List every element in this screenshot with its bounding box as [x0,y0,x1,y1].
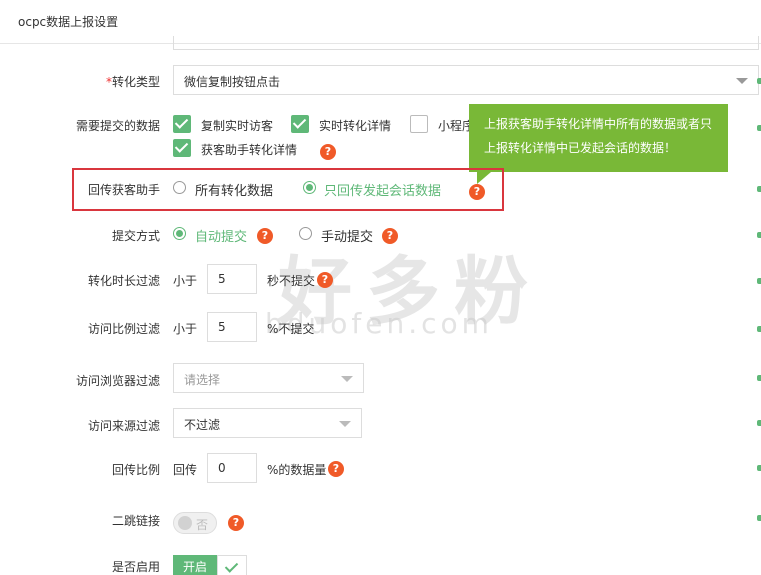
help-tooltip: 上报获客助手转化详情中所有的数据或者只上报转化详情中已发起会话的数据！ [469,104,728,184]
edge-marker [757,232,761,238]
source-filter-value: 不过滤 [184,418,221,432]
checkbox-realtime-conversion-label: 实时转化详情 [319,119,392,133]
checkbox-acquisition-helper[interactable] [173,139,191,157]
callback-helper-label: 回传获客助手 [87,183,160,197]
edge-marker [757,278,761,284]
second-jump-label: 二跳链接 [111,514,160,528]
enable-button[interactable]: 开启 [173,555,217,575]
conversion-type-select[interactable]: 微信复制按钮点击 [173,65,759,95]
duration-filter-suffix: 秒不提交 [267,274,316,288]
top-input-remnant[interactable] [173,36,759,50]
duration-input[interactable]: 5 [207,264,257,294]
checkbox-mini-program[interactable] [410,115,428,133]
checkbox-acquisition-helper-label: 获客助手转化详情 [201,143,298,157]
visit-ratio-filter-label: 访问比例过滤 [87,322,160,336]
source-filter-select[interactable]: 不过滤 [173,408,362,438]
browser-filter-placeholder: 请选择 [184,373,221,387]
checkbox-realtime-conversion[interactable] [291,115,309,133]
toggle-state-text: 否 [196,518,209,532]
visit-ratio-value: 5 [218,320,226,334]
submit-method-label: 提交方式 [111,229,160,243]
help-icon[interactable]: ? [328,461,344,477]
radio-auto-submit-label: 自动提交 [195,230,248,245]
help-icon[interactable]: ? [469,184,485,200]
source-filter-label: 访问来源过滤 [87,419,160,433]
callback-ratio-value: 0 [218,461,226,475]
radio-auto-submit[interactable] [173,227,186,240]
page-title: ocpc数据上报设置 [18,15,119,29]
chevron-down-icon [341,376,353,382]
duration-value: 5 [218,272,226,286]
check-icon[interactable] [217,555,247,575]
help-icon[interactable]: ? [320,144,336,160]
edge-marker [757,326,761,332]
conversion-type-label: *转化类型 [106,73,160,90]
checkbox-copy-visitor[interactable] [173,115,191,133]
edge-marker [757,465,761,471]
edge-marker [757,125,761,131]
enable-label: 是否启用 [111,560,160,574]
callback-ratio-prefix: 回传 [173,463,198,477]
visit-ratio-input[interactable]: 5 [207,312,257,342]
conversion-type-label-text: 转化类型 [111,75,160,89]
callback-ratio-suffix: %的数据量 [267,463,327,477]
conversion-type-value: 微信复制按钮点击 [184,75,281,89]
second-jump-toggle[interactable]: 否 [173,512,217,534]
edge-marker [757,515,761,521]
callback-ratio-input[interactable]: 0 [207,453,257,483]
help-icon[interactable]: ? [228,515,244,531]
submit-data-label: 需要提交的数据 [75,119,160,133]
browser-filter-label: 访问浏览器过滤 [75,374,160,388]
edge-marker [757,420,761,426]
visit-ratio-prefix: 小于 [173,322,198,336]
help-icon[interactable]: ? [317,272,333,288]
browser-filter-select[interactable]: 请选择 [173,363,364,393]
checkbox-copy-visitor-label: 复制实时访客 [201,119,274,133]
help-icon[interactable]: ? [257,228,273,244]
radio-session-only[interactable] [303,181,316,194]
toggle-knob [178,516,192,530]
callback-ratio-label: 回传比例 [111,463,160,477]
radio-all-conversions[interactable] [173,181,186,194]
chevron-down-icon [736,78,748,84]
duration-filter-label: 转化时长过滤 [87,274,160,288]
radio-all-conversions-label: 所有转化数据 [195,184,274,199]
edge-marker [757,375,761,381]
duration-filter-prefix: 小于 [173,274,198,288]
edge-marker [757,186,761,192]
radio-session-only-label: 只回传发起会话数据 [324,184,442,199]
chevron-down-icon [339,421,351,427]
edge-marker [757,78,761,84]
visit-ratio-suffix: %不提交 [267,322,315,336]
